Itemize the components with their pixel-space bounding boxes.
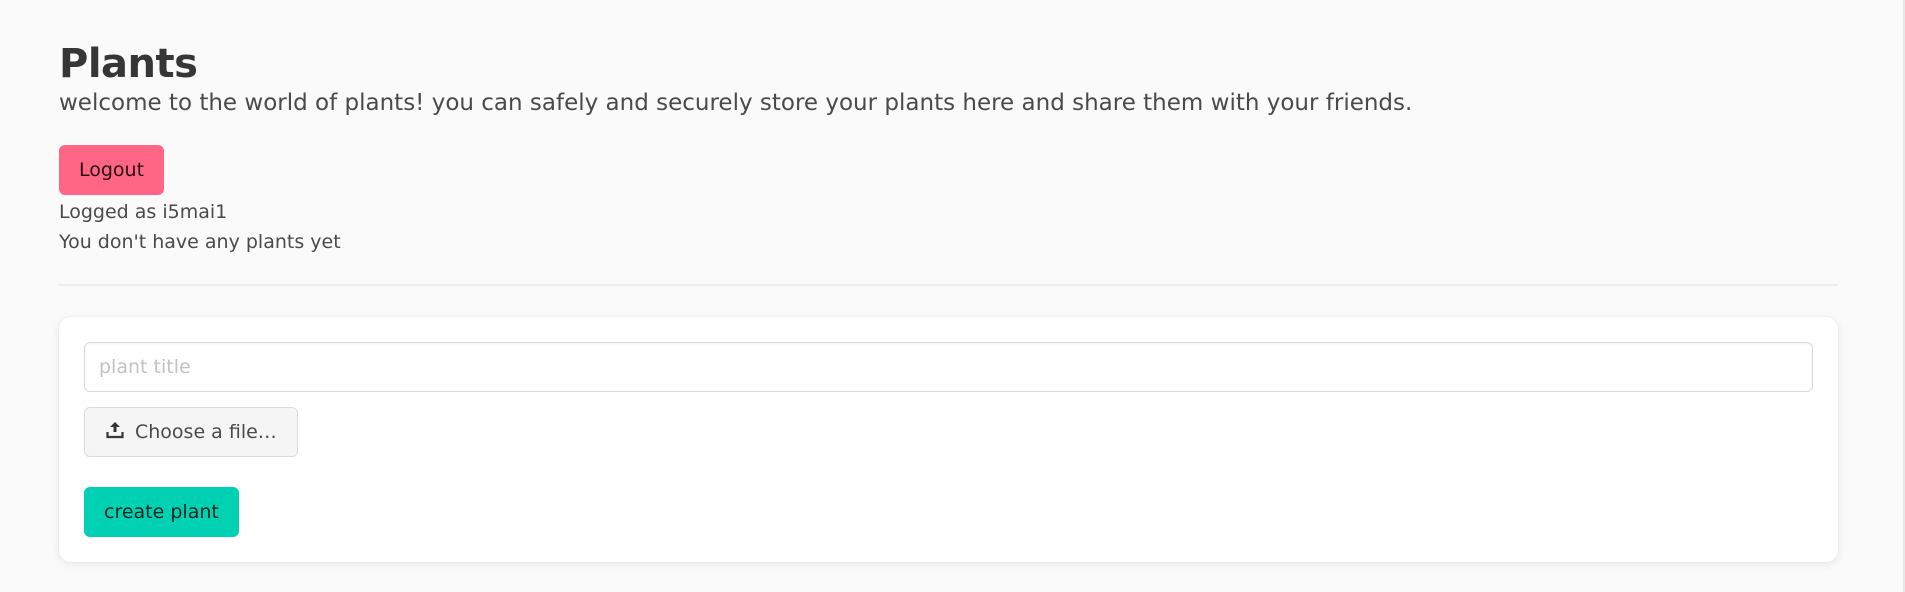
create-plant-form: Choose a file… create plant: [84, 342, 1813, 537]
choose-file-button[interactable]: Choose a file…: [84, 407, 298, 457]
choose-file-label: Choose a file…: [135, 421, 277, 443]
create-plant-button[interactable]: create plant: [84, 487, 239, 537]
create-plant-card: Choose a file… create plant: [59, 317, 1838, 562]
logout-button[interactable]: Logout: [59, 145, 165, 195]
plant-title-input[interactable]: [84, 342, 1813, 392]
upload-icon: [105, 420, 135, 445]
page-title: Plants: [59, 41, 198, 87]
divider: [59, 284, 1838, 286]
plants-empty-message: You don't have any plants yet: [59, 231, 341, 253]
page-subtitle: welcome to the world of plants! you can …: [59, 90, 1413, 116]
main-container: Plants welcome to the world of plants! y…: [59, 0, 1838, 562]
page: Plants welcome to the world of plants! y…: [0, 0, 1905, 592]
logged-in-user-text: Logged as i5mai1: [59, 201, 228, 223]
